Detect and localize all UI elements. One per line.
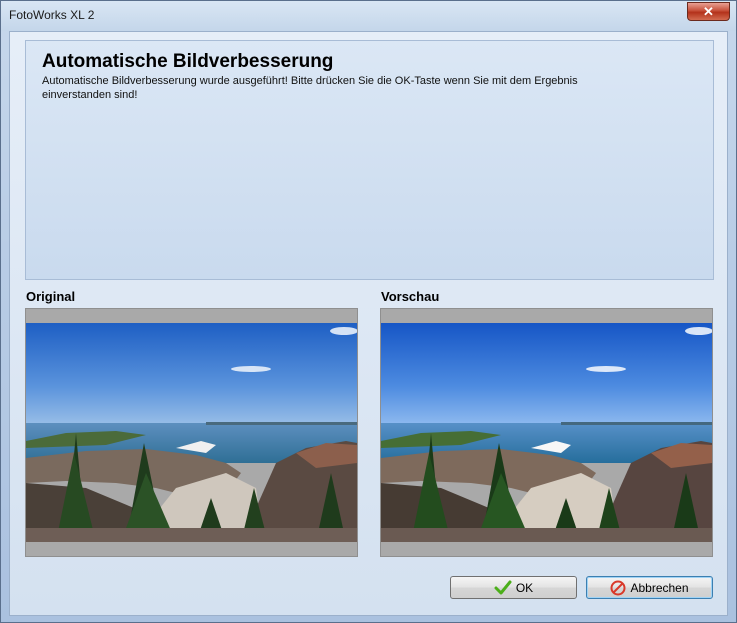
preview-label: Vorschau <box>381 289 440 304</box>
close-button[interactable]: ✕ <box>687 2 730 21</box>
original-label: Original <box>26 289 76 304</box>
ok-button[interactable]: OK <box>450 576 577 599</box>
page-title: Automatische Bildverbesserung <box>42 51 334 72</box>
preview-pane <box>380 308 713 557</box>
dialog-window: FotoWorks XL 2 ✕ Automatische Bildverbes… <box>0 0 737 623</box>
original-pane <box>25 308 358 557</box>
header-description: Automatische Bildverbesserung wurde ausg… <box>42 75 578 101</box>
cancel-icon <box>610 580 626 596</box>
ok-button-label: OK <box>515 580 534 595</box>
header-panel: Automatische Bildverbesserung Automatisc… <box>25 40 714 280</box>
preview-image <box>381 323 712 542</box>
checkmark-icon <box>494 580 512 596</box>
cancel-button-label: Abbrechen <box>630 580 689 595</box>
window-title: FotoWorks XL 2 <box>9 8 95 22</box>
dialog-client-area: Automatische Bildverbesserung Automatisc… <box>9 31 728 616</box>
close-icon: ✕ <box>703 4 714 19</box>
title-bar[interactable]: FotoWorks XL 2 ✕ <box>1 1 736 31</box>
original-image <box>26 323 357 542</box>
cancel-button[interactable]: Abbrechen <box>586 576 713 599</box>
